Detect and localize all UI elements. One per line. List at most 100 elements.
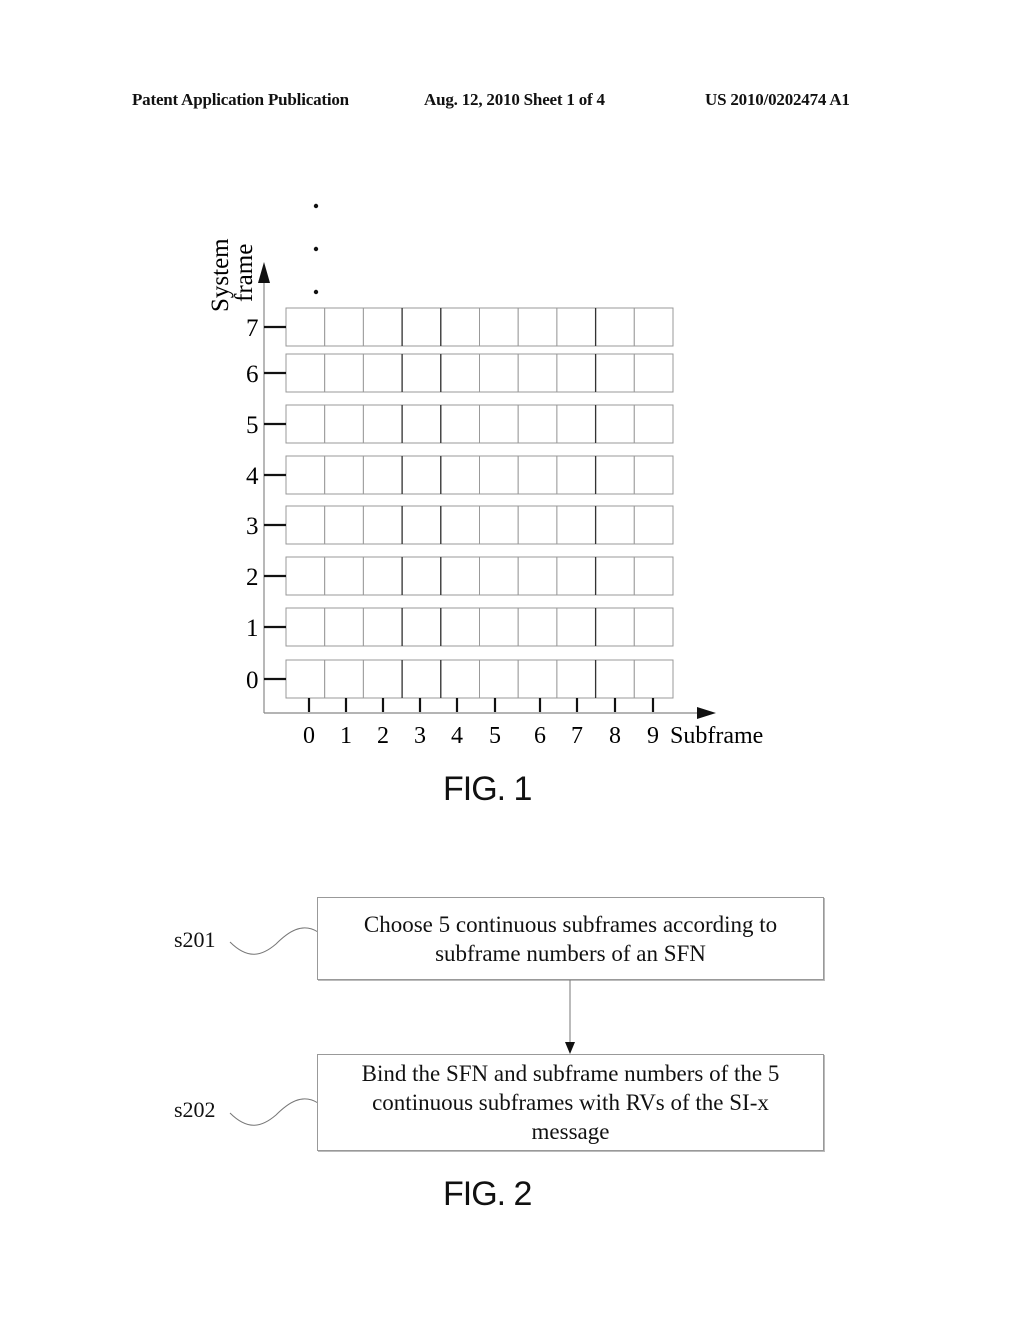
subframe-cell xyxy=(633,556,674,596)
subframe-cell xyxy=(362,607,403,647)
subframe-cell xyxy=(556,607,597,647)
subframe-cell xyxy=(440,404,480,444)
subframe-cell xyxy=(633,607,674,647)
subframe-cell xyxy=(324,455,364,495)
subframe-cell xyxy=(479,659,519,699)
fig2-caption: FIG. 2 xyxy=(443,1175,532,1213)
subframe-cell xyxy=(440,455,480,495)
subframe-cell xyxy=(633,353,674,393)
subframe-cell xyxy=(633,659,674,699)
subframe-cell xyxy=(633,404,674,444)
subframe-cell xyxy=(556,455,597,495)
y-tick-label: 7 xyxy=(246,315,259,342)
subframe-cell xyxy=(517,556,558,596)
flow-step-s202: Bind the SFN and subframe numbers of the… xyxy=(317,1054,824,1151)
subframe-cell xyxy=(556,404,597,444)
y-tick-label: 1 xyxy=(246,615,259,642)
subframe-cell xyxy=(595,556,635,596)
subframe-cell xyxy=(633,455,674,495)
x-tick-label: 5 xyxy=(489,723,501,749)
fig1-caption: FIG. 1 xyxy=(443,770,532,808)
subframe-cell xyxy=(517,505,558,545)
subframe-cell xyxy=(401,505,442,545)
subframe-cell xyxy=(517,353,558,393)
system-frame-row: 1 xyxy=(246,607,674,647)
y-tick-label: 2 xyxy=(246,564,259,591)
step-label-s201: s201 xyxy=(174,927,216,952)
subframe-cell xyxy=(324,307,364,347)
subframe-cell xyxy=(595,505,635,545)
subframe-cell xyxy=(479,455,519,495)
subframe-cell xyxy=(517,307,558,347)
y-tick-label: 0 xyxy=(246,667,259,694)
subframe-cell xyxy=(362,659,403,699)
system-frame-row: 5 xyxy=(246,404,674,444)
subframe-cell xyxy=(401,607,442,647)
subframe-cell xyxy=(479,607,519,647)
subframe-cell xyxy=(595,455,635,495)
system-frame-row: 6 xyxy=(246,353,674,393)
subframe-cell xyxy=(595,307,635,347)
continuation-dot xyxy=(313,289,319,295)
subframe-cell xyxy=(556,659,597,699)
subframe-cell xyxy=(556,307,597,347)
continuation-dots xyxy=(313,203,319,295)
subframe-cell xyxy=(362,307,403,347)
subframe-cell xyxy=(440,505,480,545)
subframe-cell xyxy=(633,505,674,545)
subframe-cell xyxy=(324,353,364,393)
subframe-cell xyxy=(401,353,442,393)
subframe-cell xyxy=(517,659,558,699)
fig1-diagram: System frame Subframe 01234567 012345678… xyxy=(207,203,763,749)
system-frame-row: 2 xyxy=(246,556,674,596)
subframe-cell xyxy=(324,607,364,647)
subframe-cell xyxy=(401,659,442,699)
subframe-cell xyxy=(401,404,442,444)
subframe-cell xyxy=(285,307,326,347)
x-tick-label: 8 xyxy=(609,723,621,749)
continuation-dot xyxy=(313,246,319,252)
subframe-cell xyxy=(479,505,519,545)
y-tick-label: 5 xyxy=(246,412,259,439)
flow-step-s202-text: Bind the SFN and subframe numbers of the… xyxy=(361,1061,780,1144)
subframe-cell xyxy=(401,455,442,495)
subframe-cell xyxy=(479,404,519,444)
subframe-cell xyxy=(633,307,674,347)
x-tick-label: 1 xyxy=(340,723,352,749)
x-axis-arrow-icon xyxy=(697,707,716,719)
y-tick-label: 3 xyxy=(246,513,259,540)
subframe-cell xyxy=(440,556,480,596)
subframe-cell xyxy=(324,659,364,699)
subframe-cell xyxy=(440,659,480,699)
system-frame-row: 3 xyxy=(246,505,674,545)
system-frame-row: 4 xyxy=(246,455,674,495)
subframe-cell xyxy=(362,455,403,495)
x-tick-label: 9 xyxy=(647,723,659,749)
subframe-cell xyxy=(362,505,403,545)
subframe-cell xyxy=(324,404,364,444)
subframe-cell xyxy=(324,556,364,596)
y-axis-label-line1: System xyxy=(207,238,234,312)
x-tick-label: 3 xyxy=(414,723,426,749)
subframe-cell xyxy=(479,353,519,393)
subframe-cell xyxy=(595,659,635,699)
x-tick-label: 6 xyxy=(534,723,546,749)
subframe-cell xyxy=(595,404,635,444)
subframe-cell xyxy=(285,404,326,444)
subframe-cell xyxy=(285,659,326,699)
leader-squiggle-icon xyxy=(229,927,319,955)
system-frame-row: 7 xyxy=(246,307,674,347)
subframe-cell xyxy=(440,353,480,393)
subframe-cell xyxy=(324,505,364,545)
system-frame-rows: 0 1 2 3 4 5 6 7 xyxy=(246,307,674,699)
step-label-s202: s202 xyxy=(174,1097,216,1122)
leader-squiggle-icon xyxy=(229,1098,319,1126)
continuation-dot xyxy=(313,203,319,209)
subframe-cell xyxy=(362,353,403,393)
y-tick-label: 6 xyxy=(246,361,259,388)
subframe-cell xyxy=(401,307,442,347)
x-axis-label: Subframe xyxy=(670,723,763,749)
subframe-cell xyxy=(556,353,597,393)
subframe-cell xyxy=(401,556,442,596)
subframe-cell xyxy=(362,556,403,596)
